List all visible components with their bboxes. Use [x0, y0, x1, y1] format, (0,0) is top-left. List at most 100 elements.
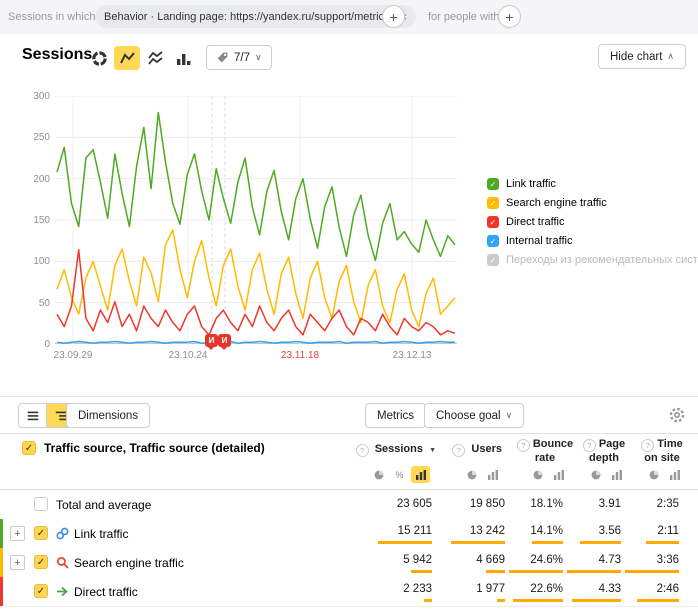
choose-goal-button[interactable]: Choose goal ∨: [424, 403, 524, 428]
pie-icon: [374, 470, 384, 480]
metrics-button[interactable]: Metrics: [365, 403, 426, 428]
dimension-group-header[interactable]: Traffic source, Traffic source (detailed…: [44, 441, 265, 455]
legend-item[interactable]: ✓Direct traffic: [487, 216, 692, 228]
pie-view-button[interactable]: [586, 466, 605, 483]
row-label[interactable]: Direct traffic: [74, 585, 138, 599]
column-header-page-depth[interactable]: ?Page depth: [576, 438, 632, 464]
legend-label: Link traffic: [506, 178, 556, 190]
pie-view-button[interactable]: [462, 466, 481, 483]
add-people-condition-button[interactable]: +: [498, 5, 521, 28]
bars-icon: [554, 470, 564, 480]
row-label[interactable]: Search engine traffic: [74, 556, 184, 570]
dimensions-label: Dimensions: [78, 410, 138, 422]
cell-bar: [646, 541, 679, 544]
search-icon: [56, 556, 69, 569]
pie-view-button[interactable]: [369, 466, 388, 483]
column-header-time-on-site[interactable]: ?Time on site: [634, 438, 690, 464]
legend-item[interactable]: ✓Search engine traffic: [487, 197, 692, 209]
row-checkbox[interactable]: ✓: [34, 584, 48, 598]
help-icon[interactable]: ?: [356, 444, 369, 457]
select-all-checkbox[interactable]: ✓: [22, 441, 36, 455]
table-cell: 5 942: [352, 548, 432, 577]
chevron-down-icon: ∨: [255, 52, 262, 63]
cell-value: 2:46: [657, 583, 679, 595]
legend-checkbox[interactable]: ✓: [487, 178, 499, 190]
table-cell: 2 233: [352, 577, 432, 606]
bars-icon: [488, 470, 498, 480]
hide-chart-button[interactable]: Hide chart ∧: [598, 44, 686, 69]
pie-view-button[interactable]: [528, 466, 547, 483]
bars-icon: [416, 470, 426, 480]
x-tick-label[interactable]: 23.11.18: [281, 350, 319, 361]
y-tick-label: 100: [33, 256, 50, 267]
x-tick-label: 23.12.13: [393, 350, 432, 361]
filter-bar: Sessions in which Behavior · Landing pag…: [0, 0, 698, 34]
sort-desc-icon: ▼: [429, 447, 436, 454]
yandex-metrica-report-page: Sessions in which Behavior · Landing pag…: [0, 0, 698, 609]
legend-item[interactable]: ✓Переходы из рекомендательных систем: [487, 254, 692, 266]
y-tick-label: 300: [33, 91, 50, 102]
row-expander[interactable]: +: [10, 526, 25, 541]
plus-icon: +: [389, 9, 397, 25]
dimensions-button[interactable]: Dimensions: [66, 403, 150, 428]
chart-type-stacked-button[interactable]: [142, 46, 168, 70]
row-label[interactable]: Link traffic: [74, 527, 128, 541]
chart-legend: ✓ Link traffic ✓Search engine traffic ✓Dire…: [487, 178, 692, 273]
row-label: Total and average: [56, 498, 151, 512]
bars-view-button[interactable]: [607, 466, 626, 483]
add-session-condition-button[interactable]: +: [382, 5, 405, 28]
filter-chip-text: Behavior · Landing page: https://yandex.…: [104, 11, 393, 23]
chevron-up-icon: ∧: [667, 51, 674, 62]
chart-x-axis: 23.09.2923.10.2423.11.1823.12.13: [55, 350, 457, 364]
series-line-search-engine-traffic[interactable]: [57, 230, 455, 327]
row-checkbox[interactable]: ✓: [34, 526, 48, 540]
column-header-bounce-rate[interactable]: ?Bounce rate: [516, 438, 574, 464]
filter-chip[interactable]: Behavior · Landing page: https://yandex.…: [95, 5, 416, 28]
sessions-line-chart[interactable]: [55, 96, 457, 344]
segments-selector-button[interactable]: 7/7 ∨: [206, 45, 272, 70]
legend-checkbox[interactable]: ✓: [487, 254, 499, 266]
gear-icon: [668, 406, 686, 424]
legend-checkbox[interactable]: ✓: [487, 197, 499, 209]
pie-icon: [467, 470, 477, 480]
bars-view-button[interactable]: [549, 466, 568, 483]
bars-icon: [612, 470, 622, 480]
row-checkbox[interactable]: ✓: [34, 555, 48, 569]
pie-view-button[interactable]: [644, 466, 663, 483]
help-icon[interactable]: ?: [583, 439, 596, 452]
legend-label: Internal traffic: [506, 235, 572, 247]
choose-goal-label: Choose goal: [436, 410, 501, 422]
row-checkbox[interactable]: [34, 497, 48, 511]
help-icon[interactable]: ?: [517, 439, 530, 452]
table-settings-button[interactable]: [668, 406, 686, 429]
column-header-users[interactable]: ? Users: [452, 443, 502, 457]
chart-type-bars-button[interactable]: [170, 46, 196, 70]
help-icon[interactable]: ?: [452, 444, 465, 457]
chart-y-axis: 050100150200250300: [26, 96, 50, 344]
plus-icon: +: [505, 9, 513, 25]
legend-checkbox[interactable]: ✓: [487, 235, 499, 247]
series-line-link-traffic[interactable]: [57, 113, 455, 261]
legend-checkbox[interactable]: ✓: [487, 216, 499, 228]
row-expander[interactable]: +: [10, 555, 25, 570]
column-header-sessions[interactable]: ? Sessions ▼: [356, 443, 436, 457]
legend-item[interactable]: ✓ Internal traffic: [487, 235, 692, 247]
help-icon[interactable]: ?: [641, 439, 654, 452]
cell-value: 3:36: [657, 554, 679, 566]
sessions-in-which-label: Sessions in which: [8, 11, 95, 23]
bars-view-button[interactable]: [411, 466, 430, 483]
bars-view-button[interactable]: [665, 466, 684, 483]
chart-type-line-button[interactable]: [114, 46, 140, 70]
link-icon: [56, 527, 69, 540]
flat-list-view-button[interactable]: [19, 404, 46, 427]
chart-type-pie-button[interactable]: [86, 46, 112, 70]
annotation-marker[interactable]: И: [205, 334, 218, 347]
cell-value: 2:35: [657, 498, 679, 510]
bounce-display-toggle: [528, 466, 568, 483]
percent-view-button[interactable]: %: [390, 466, 409, 483]
legend-item[interactable]: ✓ Link traffic: [487, 178, 692, 190]
bars-icon: [670, 470, 680, 480]
bars-view-button[interactable]: [483, 466, 502, 483]
annotation-marker[interactable]: И: [218, 334, 231, 347]
series-line-internal-traffic[interactable]: [57, 342, 455, 344]
